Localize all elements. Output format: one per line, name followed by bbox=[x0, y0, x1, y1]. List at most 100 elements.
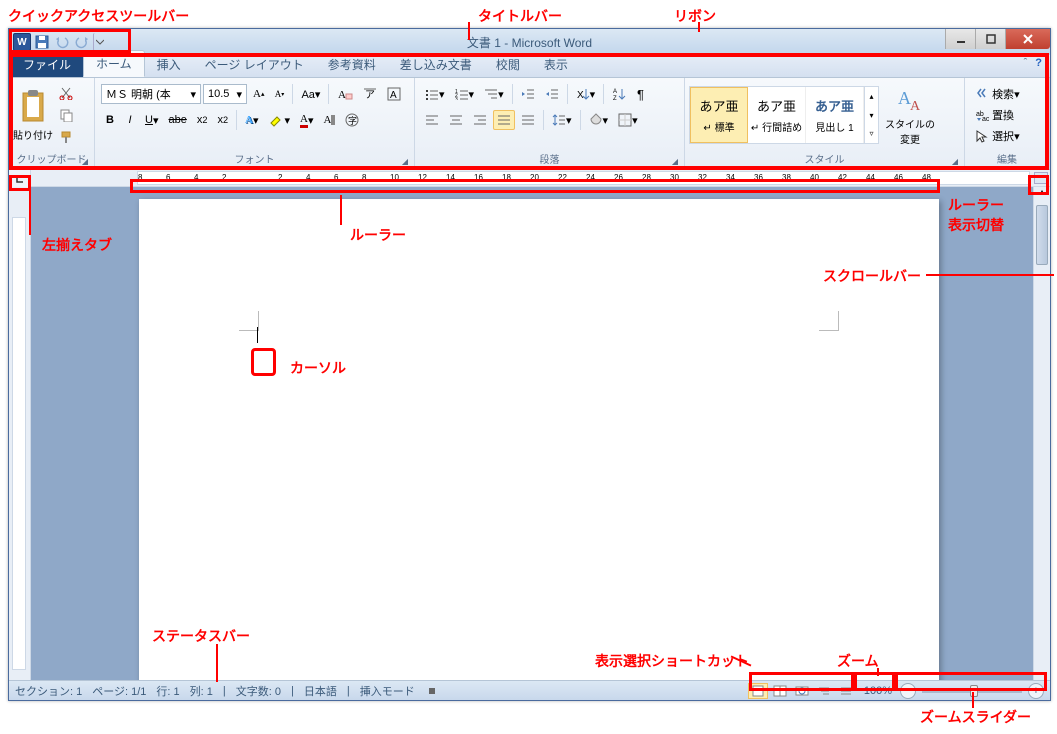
shrink-font-icon[interactable]: A▾ bbox=[270, 84, 288, 104]
shading-icon[interactable]: ▾ bbox=[585, 110, 613, 130]
line-spacing-icon[interactable]: ▾ bbox=[548, 110, 576, 130]
status-lang[interactable]: 日本語 bbox=[304, 683, 337, 699]
close-button[interactable] bbox=[1005, 29, 1050, 49]
italic-button[interactable]: I bbox=[121, 110, 139, 130]
align-right-icon[interactable] bbox=[469, 110, 491, 130]
view-web-icon[interactable] bbox=[792, 683, 812, 699]
numbering-icon[interactable]: 123▾ bbox=[451, 84, 479, 104]
zoom-level[interactable]: 100% bbox=[864, 685, 892, 697]
distribute-icon[interactable] bbox=[517, 110, 539, 130]
tab-references[interactable]: 参考資料 bbox=[316, 52, 388, 77]
view-print-layout-icon[interactable] bbox=[748, 683, 768, 699]
borders-icon[interactable]: ▾ bbox=[614, 110, 642, 130]
paragraph-launcher-icon[interactable]: ◢ bbox=[672, 157, 678, 166]
align-justify-icon[interactable] bbox=[493, 110, 515, 130]
style-normal[interactable]: あア亜↵ 標準 bbox=[690, 87, 748, 143]
style-nospacing[interactable]: あア亜↵ 行間詰め bbox=[748, 87, 806, 143]
style-heading1[interactable]: あア亜見出し 1 bbox=[806, 87, 864, 143]
subscript-button[interactable]: x2 bbox=[193, 110, 212, 130]
margin-mark-tr bbox=[819, 311, 839, 331]
tab-selector[interactable] bbox=[9, 170, 31, 187]
superscript-button[interactable]: x2 bbox=[213, 110, 232, 130]
style-scroll-down-icon[interactable]: ▾ bbox=[865, 106, 878, 125]
status-section[interactable]: セクション: 1 bbox=[15, 683, 82, 699]
cut-icon[interactable] bbox=[55, 83, 77, 103]
font-name-combo[interactable]: ＭＳ 明朝 (本▾ bbox=[101, 84, 201, 104]
bullets-icon[interactable]: ▾ bbox=[421, 84, 449, 104]
tab-mailings[interactable]: 差し込み文書 bbox=[388, 52, 484, 77]
maximize-button[interactable] bbox=[975, 29, 1005, 49]
redo-icon[interactable] bbox=[73, 33, 91, 51]
view-fullscreen-icon[interactable] bbox=[770, 683, 790, 699]
help-icon[interactable]: ? bbox=[1035, 57, 1042, 69]
tab-home[interactable]: ホーム bbox=[83, 50, 145, 77]
char-shading-icon[interactable]: A bbox=[320, 110, 340, 130]
indent-dec-icon[interactable] bbox=[517, 84, 539, 104]
font-size-combo[interactable]: 10.5▾ bbox=[203, 84, 247, 104]
status-mode[interactable]: 挿入モード bbox=[360, 683, 415, 699]
ruler-toggle-button[interactable] bbox=[1034, 172, 1048, 184]
undo-icon[interactable] bbox=[53, 33, 71, 51]
multilevel-icon[interactable]: ▾ bbox=[480, 84, 508, 104]
view-outline-icon[interactable] bbox=[814, 683, 834, 699]
change-case-icon[interactable]: Aa▾ bbox=[297, 84, 324, 104]
document-page[interactable] bbox=[139, 199, 939, 680]
underline-button[interactable]: U▾ bbox=[141, 110, 162, 130]
indent-inc-icon[interactable] bbox=[541, 84, 563, 104]
tab-insert[interactable]: 挿入 bbox=[145, 52, 193, 77]
zoom-in-button[interactable]: + bbox=[1028, 683, 1044, 699]
status-words[interactable]: 文字数: 0 bbox=[236, 683, 281, 699]
paste-icon[interactable] bbox=[17, 89, 49, 127]
qat-customize-icon[interactable] bbox=[93, 33, 105, 51]
find-button[interactable]: 検索▾ bbox=[971, 84, 1043, 104]
align-left-icon[interactable] bbox=[421, 110, 443, 130]
styles-launcher-icon[interactable]: ◢ bbox=[952, 157, 958, 166]
bold-button[interactable]: B bbox=[101, 110, 119, 130]
highlight-icon[interactable]: ▾ bbox=[265, 110, 295, 130]
tab-view[interactable]: 表示 bbox=[532, 52, 580, 77]
zoom-out-button[interactable]: − bbox=[900, 683, 916, 699]
enclose-char-icon[interactable]: 字 bbox=[341, 110, 363, 130]
copy-icon[interactable] bbox=[55, 105, 77, 125]
tab-file[interactable]: ファイル bbox=[11, 52, 83, 77]
change-styles-icon[interactable]: AA bbox=[894, 84, 926, 116]
paste-label[interactable]: 貼り付け bbox=[13, 127, 53, 142]
vertical-ruler[interactable] bbox=[9, 187, 31, 680]
clear-format-icon[interactable]: A bbox=[333, 84, 357, 104]
font-launcher-icon[interactable]: ◢ bbox=[402, 157, 408, 166]
phonetic-guide-icon[interactable]: ア bbox=[359, 84, 381, 104]
vertical-scrollbar[interactable]: ▴ bbox=[1033, 187, 1050, 680]
status-page[interactable]: ページ: 1/1 bbox=[92, 683, 146, 699]
horizontal-ruler[interactable]: 8642246810121416182022242628303234363840… bbox=[137, 171, 1030, 185]
select-button[interactable]: 選択▾ bbox=[971, 126, 1043, 146]
text-cursor bbox=[257, 327, 258, 343]
change-styles-label[interactable]: スタイルの 変更 bbox=[885, 116, 935, 146]
tab-review[interactable]: 校閲 bbox=[484, 52, 532, 77]
svg-text:A: A bbox=[338, 89, 346, 101]
status-col[interactable]: 列: 1 bbox=[190, 683, 213, 699]
style-expand-icon[interactable]: ▿ bbox=[865, 124, 878, 143]
strike-button[interactable]: abe bbox=[164, 110, 190, 130]
text-direction-icon[interactable]: X▾ bbox=[572, 84, 600, 104]
char-border-icon[interactable]: A bbox=[383, 84, 405, 104]
format-painter-icon[interactable] bbox=[55, 127, 77, 147]
minimize-ribbon-icon[interactable]: ˆ bbox=[1024, 57, 1028, 69]
sort-icon[interactable]: AZ bbox=[608, 84, 630, 104]
align-center-icon[interactable] bbox=[445, 110, 467, 130]
view-draft-icon[interactable] bbox=[836, 683, 856, 699]
replace-button[interactable]: abac 置換 bbox=[971, 105, 1043, 125]
grow-font-icon[interactable]: A▴ bbox=[249, 84, 268, 104]
clipboard-launcher-icon[interactable]: ◢ bbox=[82, 157, 88, 166]
font-color-icon[interactable]: A▾ bbox=[296, 110, 317, 130]
tab-layout[interactable]: ページ レイアウト bbox=[193, 52, 316, 77]
style-scroll-up-icon[interactable]: ▴ bbox=[865, 87, 878, 106]
status-line[interactable]: 行: 1 bbox=[156, 683, 179, 699]
save-icon[interactable] bbox=[33, 33, 51, 51]
text-effects-icon[interactable]: A▾ bbox=[241, 110, 262, 130]
macro-record-icon[interactable] bbox=[425, 684, 439, 698]
minimize-button[interactable] bbox=[945, 29, 975, 49]
margin-mark-tl bbox=[239, 311, 259, 331]
word-icon[interactable]: W bbox=[13, 33, 31, 51]
show-marks-icon[interactable]: ¶ bbox=[632, 84, 652, 104]
scrollbar-thumb[interactable] bbox=[1036, 205, 1048, 265]
